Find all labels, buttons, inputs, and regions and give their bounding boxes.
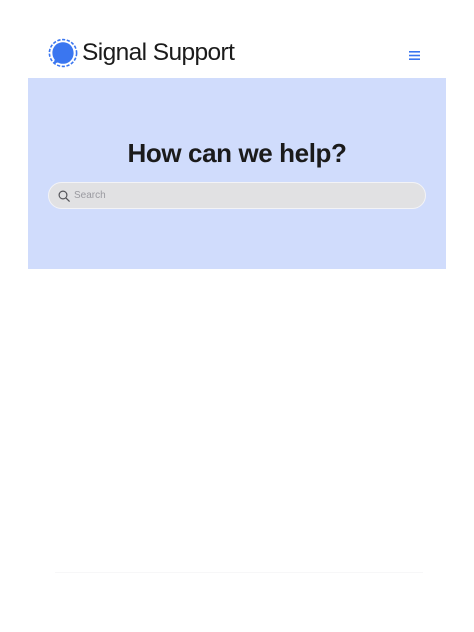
- hero-title: How can we help?: [127, 138, 347, 168]
- signal-logo-icon: [48, 38, 78, 67]
- menu-button[interactable]: [406, 47, 422, 63]
- hamburger-menu-icon: [408, 50, 420, 60]
- brand-home-link[interactable]: Signal Support: [48, 37, 235, 69]
- site-header: Signal Support: [0, 0, 474, 78]
- search-icon: [58, 189, 70, 202]
- site-name: Signal Support: [82, 39, 235, 66]
- footer-divider: [55, 572, 423, 573]
- search-bar[interactable]: [48, 182, 426, 209]
- search-input[interactable]: [74, 185, 425, 206]
- hero-section: How can we help?: [28, 78, 446, 269]
